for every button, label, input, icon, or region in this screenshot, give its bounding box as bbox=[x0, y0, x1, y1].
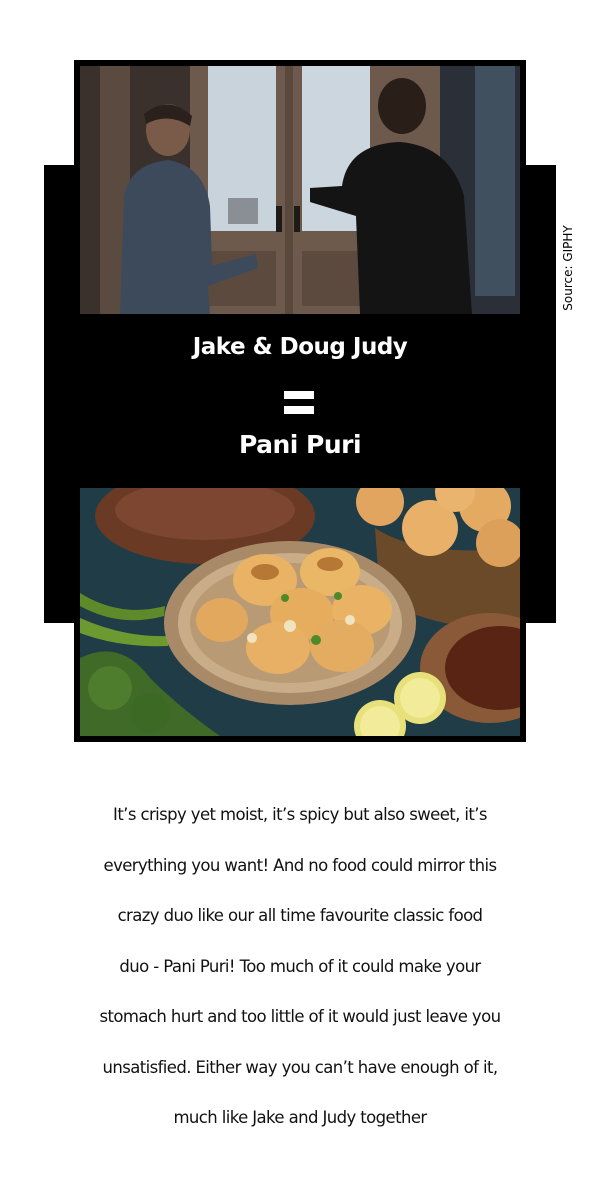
card-backdrop-right bbox=[524, 165, 556, 623]
body-paragraph: It’s crispy yet moist, it’s spicy but al… bbox=[60, 790, 540, 1144]
body-line: much like Jake and Judy together bbox=[173, 1108, 427, 1127]
two-men-handshake-image bbox=[80, 66, 520, 314]
body-line: stomach hurt and too little of it would … bbox=[99, 1007, 501, 1026]
body-line: duo - Pani Puri! Too much of it could ma… bbox=[119, 956, 481, 976]
body-line: unsatisfied. Either way you can’t have e… bbox=[102, 1057, 499, 1077]
source-credit: Source: GIPHY bbox=[561, 225, 575, 311]
body-line: crazy duo like our all time favourite cl… bbox=[117, 906, 483, 925]
body-line: everything you want! And no food could m… bbox=[103, 855, 498, 875]
comparison-title-bottom: Pani Puri bbox=[238, 430, 362, 459]
card-backdrop-left bbox=[44, 165, 76, 623]
equals-sign-icon bbox=[284, 391, 314, 415]
body-line: It’s crispy yet moist, it’s spicy but al… bbox=[113, 805, 487, 824]
comparison-title-top: Jake & Doug Judy bbox=[192, 334, 408, 360]
pani-puri-plate-image bbox=[80, 488, 520, 736]
comparison-card: Jake & Doug Judy Pani Puri bbox=[74, 60, 526, 742]
